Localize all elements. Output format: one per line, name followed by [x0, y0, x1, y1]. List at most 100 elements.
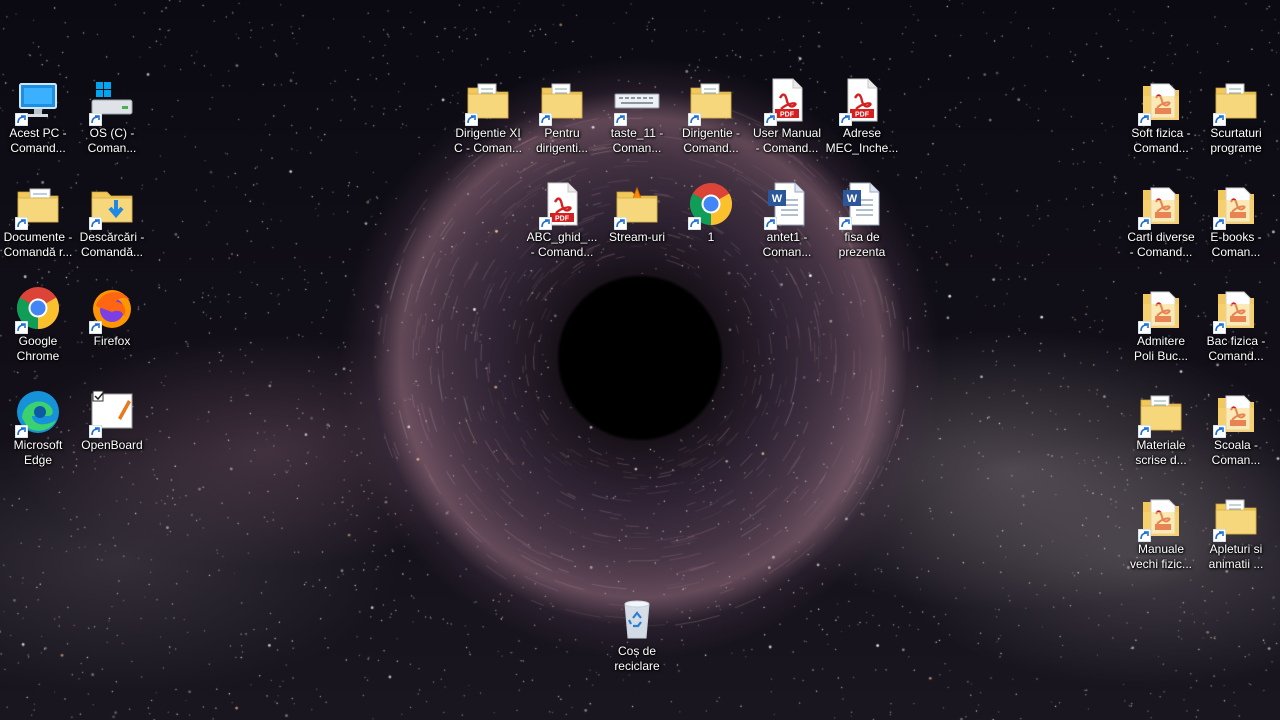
computer-icon: [14, 76, 62, 126]
firefox-icon: [88, 284, 136, 334]
desktop-icon-label: Manuale vechi fizic...: [1129, 542, 1192, 571]
desktop-icon-label: ABC_ghid_... - Comand...: [526, 230, 598, 259]
desktop-icon-fisa-de-prezenta[interactable]: W fisa de prezenta: [824, 176, 900, 276]
shortcut-arrow-icon: [1213, 217, 1226, 230]
desktop-icon-label: Stream-uri: [608, 230, 665, 244]
desktop-icon-soft-fizica[interactable]: Soft fizica - Comand...: [1123, 72, 1199, 172]
pdf-folder-icon: [1212, 180, 1260, 230]
shortcut-arrow-icon: [539, 217, 552, 230]
desktop-icon-1[interactable]: 1: [673, 176, 749, 276]
desktop-icon-admitere-poli[interactable]: Admitere Poli Buc...: [1123, 280, 1199, 380]
shortcut-arrow-icon: [89, 217, 102, 230]
desktop-icon-label: 1: [707, 230, 715, 244]
edge-icon: [14, 388, 62, 438]
desktop-icon-label: Bac fizica - Comand...: [1206, 334, 1266, 363]
desktop-icon-label: taste_11 - Coman...: [610, 126, 664, 155]
shortcut-arrow-icon: [1138, 529, 1151, 542]
svg-text:PDF: PDF: [780, 112, 795, 119]
shortcut-arrow-icon: [1138, 113, 1151, 126]
desktop-icon-firefox[interactable]: Firefox: [74, 280, 150, 380]
desktop-icon-manuale-vechi[interactable]: Manuale vechi fizic...: [1123, 488, 1199, 588]
shortcut-arrow-icon: [614, 113, 627, 126]
recycle-bin-icon: [613, 594, 661, 642]
pdf-folder-icon: [1137, 284, 1185, 334]
desktop-icon-label: Soft fizica - Comand...: [1131, 126, 1191, 155]
pdf-folder-icon: [1137, 76, 1185, 126]
desktop-icon-antet1[interactable]: W antet1 - Coman...: [749, 176, 825, 276]
desktop-icon-adrese-mec[interactable]: PDF Adrese MEC_Inche...: [824, 72, 900, 172]
desktop-icon-scoala[interactable]: Scoala - Coman...: [1198, 384, 1274, 484]
pdf-folder-icon: [1212, 388, 1260, 438]
desktop-icon-label: OpenBoard: [81, 438, 143, 452]
desktop-icon-stream-uri[interactable]: Stream-uri: [599, 176, 675, 276]
desktop-icon-label: Scoala - Coman...: [1211, 438, 1261, 467]
desktop-icon-label: Materiale scrise d...: [1135, 438, 1187, 467]
desktop-icon-pentru-dirigenti[interactable]: Pentru dirigenti...: [524, 72, 600, 172]
folder-icon: [538, 76, 586, 126]
desktop-icon-label: antet1 - Coman...: [762, 230, 812, 259]
svg-text:PDF: PDF: [855, 112, 870, 119]
svg-text:W: W: [772, 193, 783, 205]
desktop-icon-label: Admitere Poli Buc...: [1133, 334, 1189, 363]
pdf-icon: PDF: [538, 180, 586, 230]
downloads-folder-icon: [88, 180, 136, 230]
desktop-icon-carti-diverse[interactable]: Carti diverse - Comand...: [1123, 176, 1199, 276]
desktop-icon-materiale-scrise[interactable]: Materiale scrise d...: [1123, 384, 1199, 484]
shortcut-arrow-icon: [1138, 425, 1151, 438]
shortcut-arrow-icon: [839, 113, 852, 126]
desktop-icon-scurtaturi-programe[interactable]: Scurtaturi programe: [1198, 72, 1274, 172]
desktop-icon-this-pc[interactable]: Acest PC - Comand...: [0, 72, 76, 172]
desktop-icon-os-drive[interactable]: OS (C) - Coman...: [74, 72, 150, 172]
desktop-icon-bac-fizica[interactable]: Bac fizica - Comand...: [1198, 280, 1274, 380]
shortcut-arrow-icon: [764, 113, 777, 126]
desktop-icon-microsoft-edge[interactable]: Microsoft Edge: [0, 384, 76, 484]
pdf-icon: PDF: [763, 76, 811, 126]
shortcut-arrow-icon: [1213, 113, 1226, 126]
desktop-icon-label: Carti diverse - Comand...: [1127, 230, 1195, 259]
shortcut-arrow-icon: [1213, 529, 1226, 542]
desktop-icon-abc-ghid[interactable]: PDF ABC_ghid_... - Comand...: [524, 176, 600, 276]
desktop-icon-label: E-books - Coman...: [1210, 230, 1262, 259]
desktop-icon-label: Adrese MEC_Inche...: [825, 126, 899, 155]
svg-text:W: W: [847, 193, 858, 205]
desktop-icon-dirigentie[interactable]: Dirigentie - Comand...: [673, 72, 749, 172]
desktop-icon-downloads[interactable]: Descărcări - Comandă...: [74, 176, 150, 276]
shortcut-arrow-icon: [1213, 321, 1226, 334]
shortcut-arrow-icon: [839, 217, 852, 230]
desktop-icon-documents[interactable]: Documente - Comandă r...: [0, 176, 76, 276]
word-doc-icon: W: [763, 180, 811, 230]
desktop-icon-recycle-bin[interactable]: Coș de reciclare: [599, 590, 675, 690]
desktop-icon-openboard[interactable]: OpenBoard: [74, 384, 150, 484]
pdf-folder-icon: [1137, 180, 1185, 230]
desktop-icon-label: Dirigentie XI C - Coman...: [453, 126, 522, 155]
desktop-icon-label: Pentru dirigenti...: [535, 126, 589, 155]
folder-icon: [687, 76, 735, 126]
desktop-icon-e-books[interactable]: E-books - Coman...: [1198, 176, 1274, 276]
desktop-icon-user-manual[interactable]: PDF User Manual - Comand...: [749, 72, 825, 172]
desktop-icon-label: fisa de prezenta: [838, 230, 886, 259]
vlc-folder-icon: [613, 180, 661, 230]
word-doc-icon: W: [838, 180, 886, 230]
chrome-icon: [14, 284, 62, 334]
desktop-icon-label: Acest PC - Comand...: [9, 126, 67, 155]
desktop-icon-dirigentie-xi-c[interactable]: Dirigentie XI C - Coman...: [450, 72, 526, 172]
shortcut-arrow-icon: [539, 113, 552, 126]
drive-icon: [88, 76, 136, 126]
desktop-icon-label: Documente - Comandă r...: [3, 230, 73, 259]
keyboard-icon: [613, 76, 661, 126]
desktop-icon-label: OS (C) - Coman...: [87, 126, 137, 155]
desktop-icon-apleturi-animatii[interactable]: Apleturi si animatii ...: [1198, 488, 1274, 588]
shortcut-arrow-icon: [1138, 217, 1151, 230]
desktop-icon-google-chrome[interactable]: Google Chrome: [0, 280, 76, 380]
desktop-icon-label: Coș de reciclare: [614, 644, 660, 673]
pdf-icon: PDF: [838, 76, 886, 126]
desktop-icon-label: Apleturi si animatii ...: [1208, 542, 1264, 571]
folder-icon: [1212, 76, 1260, 126]
shortcut-arrow-icon: [89, 113, 102, 126]
folder-icon: [1212, 492, 1260, 542]
pdf-folder-icon: [1212, 284, 1260, 334]
desktop-icon-taste-11[interactable]: taste_11 - Coman...: [599, 72, 675, 172]
desktop-icon-label: User Manual - Comand...: [752, 126, 822, 155]
shortcut-arrow-icon: [688, 217, 701, 230]
shortcut-arrow-icon: [614, 217, 627, 230]
